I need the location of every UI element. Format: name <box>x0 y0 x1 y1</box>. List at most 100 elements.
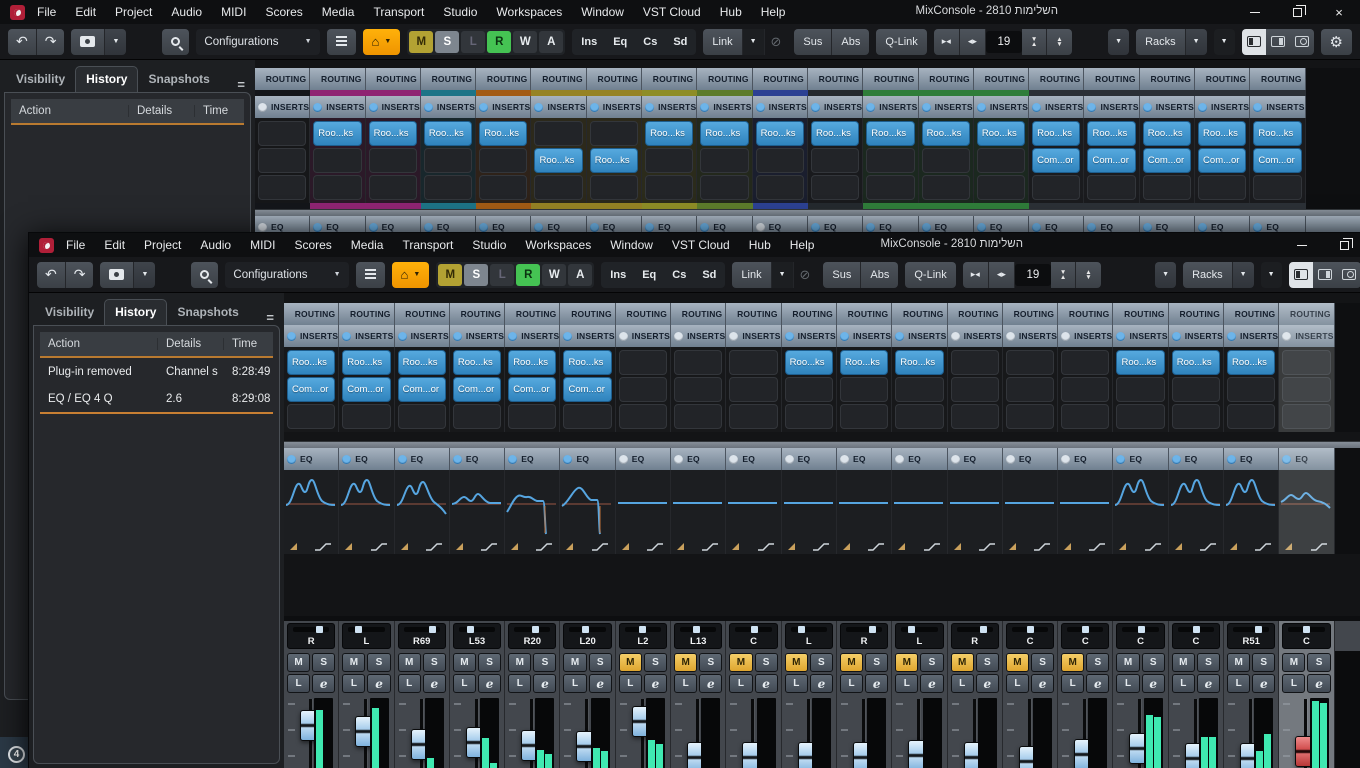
filter-icons-cell[interactable] <box>1058 538 1114 554</box>
insert-slot-filled[interactable]: Roo...ks <box>895 350 944 375</box>
routing-rack-header[interactable]: ROUTING <box>476 68 532 90</box>
mute-button[interactable]: M <box>1227 653 1251 672</box>
eq-curve-cell[interactable] <box>505 470 561 538</box>
routing-rack-header[interactable]: ROUTING <box>863 68 919 90</box>
menu-project[interactable]: Project <box>144 238 181 252</box>
snapshot-dropdown[interactable]: ▼ <box>134 261 156 288</box>
menu-scores[interactable]: Scores <box>294 238 331 252</box>
solo-button[interactable]: S <box>643 653 668 672</box>
restore-button[interactable] <box>1276 0 1318 24</box>
inserts-rack-header[interactable]: INSERTS <box>807 96 864 118</box>
routing-rack-header[interactable]: ROUTING <box>947 303 1003 325</box>
routing-rack-header[interactable]: ROUTING <box>781 303 837 325</box>
insert-slot-filled[interactable]: Com...or <box>1142 148 1192 173</box>
insert-power-icon[interactable] <box>645 102 655 112</box>
search-button[interactable] <box>191 261 219 288</box>
eq-power-icon[interactable] <box>784 454 794 464</box>
snapshot-camera-button[interactable] <box>100 261 135 288</box>
insert-slot-empty[interactable] <box>674 377 723 402</box>
insert-slot-empty[interactable] <box>452 404 502 429</box>
pan-handle[interactable] <box>316 626 324 633</box>
listen-button[interactable]: L <box>287 674 311 693</box>
mute-button[interactable]: M <box>1061 653 1085 672</box>
insert-slot-empty[interactable] <box>1061 350 1110 375</box>
insert-slot-empty[interactable] <box>839 377 889 402</box>
inserts-rack-header[interactable]: INSERTS <box>1139 96 1196 118</box>
eq-curve-cell[interactable] <box>394 470 450 538</box>
insert-slot-empty[interactable] <box>589 121 639 146</box>
insert-slot-filled[interactable]: Com...or <box>1087 148 1136 173</box>
pan-control[interactable]: R20 <box>508 623 557 649</box>
insert-power-icon[interactable] <box>729 331 739 341</box>
menu-workspaces[interactable]: Workspaces <box>525 238 591 252</box>
solo-button[interactable]: S <box>920 653 944 672</box>
eq-power-icon[interactable] <box>1171 454 1181 464</box>
insert-slot-filled[interactable]: Com...or <box>342 377 391 402</box>
zone-setup-button[interactable] <box>1336 261 1360 288</box>
state-button-m[interactable]: M <box>409 30 434 53</box>
state-button-w[interactable]: W <box>513 30 538 53</box>
listen-button[interactable]: L <box>895 674 919 693</box>
channel-filter-button[interactable] <box>326 28 356 55</box>
insert-slot-empty[interactable] <box>287 404 336 429</box>
channel-spinner[interactable]: ▲ ▼ <box>1047 28 1072 55</box>
routing-rack-header[interactable]: ROUTING <box>752 68 808 90</box>
listen-button[interactable]: L <box>784 674 808 693</box>
routing-rack-header[interactable]: ROUTING <box>807 68 864 90</box>
menu-help[interactable]: Help <box>761 5 786 19</box>
state-button-s[interactable]: S <box>435 30 460 53</box>
insert-slot-filled[interactable]: Roo...ks <box>1032 121 1081 146</box>
channel-filter-button[interactable] <box>355 261 385 288</box>
eq-rack-header[interactable]: EQ <box>339 448 395 470</box>
search-button[interactable] <box>162 28 190 55</box>
inserts-rack-header[interactable]: INSERTS <box>255 96 311 118</box>
pan-handle[interactable] <box>797 626 805 633</box>
insert-slot-filled[interactable]: Roo...ks <box>313 121 362 146</box>
menu-edit[interactable]: Edit <box>104 238 125 252</box>
insert-slot-filled[interactable]: Roo...ks <box>755 121 804 146</box>
racks-dropdown[interactable]: ▼ <box>1185 28 1207 55</box>
mute-button[interactable]: M <box>895 653 919 672</box>
solo-button[interactable]: S <box>1252 653 1276 672</box>
eq-rack-header[interactable]: EQ <box>671 448 727 470</box>
insert-slot-filled[interactable]: Roo...ks <box>1142 121 1192 146</box>
menu-hub[interactable]: Hub <box>720 5 742 19</box>
eq-curve-cell[interactable] <box>947 470 1003 538</box>
eq-rack-header[interactable]: EQ <box>1113 448 1169 470</box>
insert-slot-empty[interactable] <box>258 148 307 173</box>
eq-power-icon[interactable] <box>1282 454 1292 464</box>
eq-power-icon[interactable] <box>397 454 407 464</box>
inserts-rack-header[interactable]: INSERTS <box>531 96 587 118</box>
insert-slot-filled[interactable]: Roo...ks <box>976 121 1026 146</box>
pan-control[interactable]: C <box>1116 623 1165 649</box>
eq-rack-header[interactable]: EQ <box>892 448 948 470</box>
routing-rack-header[interactable]: ROUTING <box>671 303 727 325</box>
eq-power-icon[interactable] <box>1087 222 1097 232</box>
menu-file[interactable]: File <box>66 238 85 252</box>
toggle-right-zone-button[interactable] <box>1312 261 1337 288</box>
routing-rack-header[interactable]: ROUTING <box>1113 303 1169 325</box>
solo-button[interactable]: S <box>367 653 391 672</box>
routing-rack-header[interactable]: ROUTING <box>615 303 672 325</box>
filter-icons-cell[interactable] <box>1224 538 1280 554</box>
routing-rack-header[interactable]: ROUTING <box>1279 303 1335 325</box>
mute-button[interactable]: M <box>397 653 421 672</box>
insert-slot-filled[interactable]: Roo...ks <box>1087 121 1136 146</box>
listen-button[interactable]: L <box>1061 674 1085 693</box>
edit-button[interactable]: e <box>754 674 778 693</box>
eq-power-icon[interactable] <box>921 222 931 232</box>
solo-button[interactable]: S <box>478 653 502 672</box>
link-dropdown[interactable]: ▼ <box>742 28 765 55</box>
eq-power-icon[interactable] <box>839 454 849 464</box>
close-button[interactable]: × <box>1318 0 1360 24</box>
insert-slot-empty[interactable] <box>866 175 915 200</box>
inserts-rack-header[interactable]: INSERTS <box>449 325 506 347</box>
edit-button[interactable]: e <box>478 674 502 693</box>
pan-handle[interactable] <box>428 626 436 633</box>
rack-filter-cs[interactable]: Cs <box>665 264 693 286</box>
pan-control[interactable]: L53 <box>452 623 502 649</box>
qlink-button[interactable]: Q-Link <box>905 261 956 288</box>
menu-transport[interactable]: Transport <box>373 5 424 19</box>
edit-button[interactable]: e <box>367 674 391 693</box>
insert-slot-empty[interactable] <box>1171 404 1221 429</box>
